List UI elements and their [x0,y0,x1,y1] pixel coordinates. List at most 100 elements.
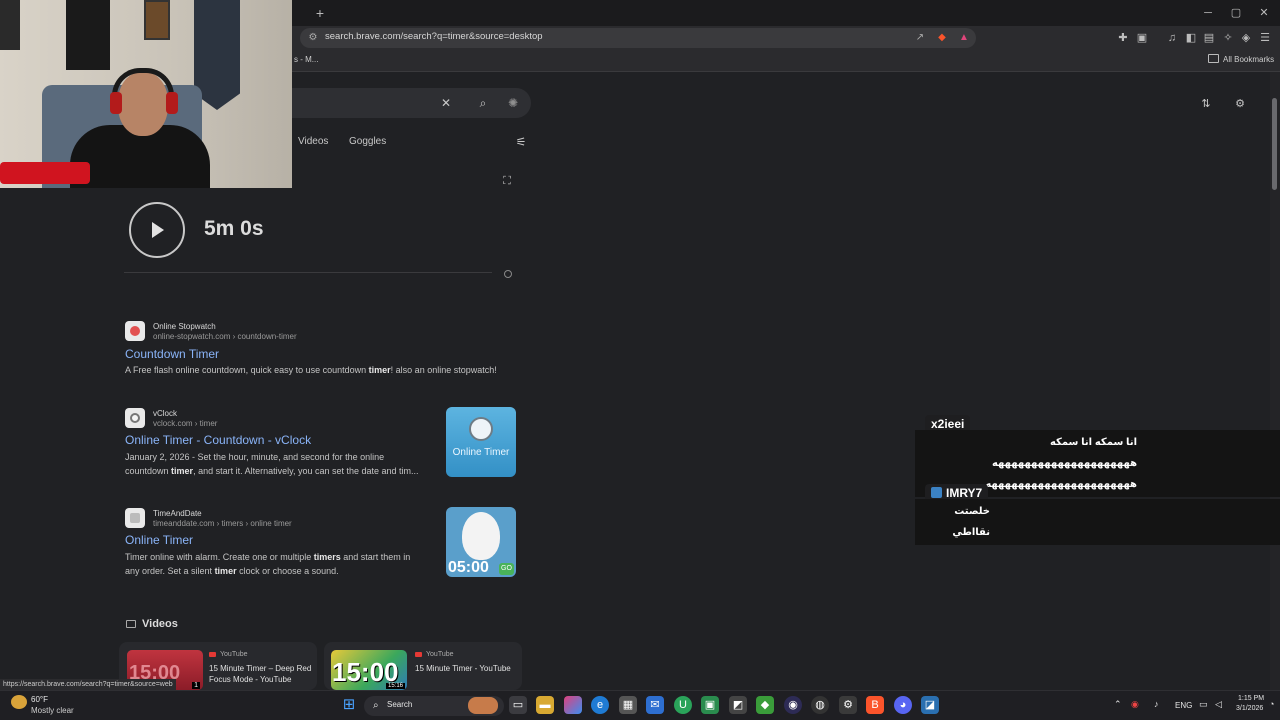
menu-icon[interactable]: ☰ [1258,31,1272,45]
weather-desc[interactable]: Mostly clear [31,706,74,715]
timer-divider [124,272,492,273]
video-source: YouTube [426,651,454,658]
filters-icon[interactable]: ⚟ [514,135,528,149]
headphone-cup [110,92,122,114]
language-indicator[interactable]: ENG [1175,701,1192,710]
result-title-link[interactable]: Online Timer - Countdown - vClock [125,433,311,447]
video-duration-badge: 1 [192,682,200,689]
minimize-button[interactable]: ─ [1198,4,1218,22]
bookmark-item[interactable]: s - M... [294,55,318,64]
poster [66,0,110,70]
weather-temp[interactable]: 60°F [31,695,48,704]
notifications-icon[interactable]: ◔ [1269,699,1274,709]
result-url[interactable]: timeanddate.com › timers › online timer [153,519,292,528]
ai-answer-icon[interactable]: ✺ [506,96,520,110]
share-icon[interactable]: ↗ [913,31,927,45]
clock-date[interactable]: 3/1/2026 [1236,705,1263,712]
headphone-cup [166,92,178,114]
taskbar [0,690,1280,720]
result-title-link[interactable]: Online Timer [125,533,193,547]
search-icon[interactable]: ⌕ [476,96,490,110]
videos-section-icon [126,620,136,628]
discord-icon[interactable]: ◕ [894,696,912,714]
store-icon[interactable]: ▦ [619,696,637,714]
terminal-icon[interactable]: ▣ [701,696,719,714]
obs-icon[interactable]: ◉ [784,696,802,714]
result-site-name: TimeAndDate [153,509,202,518]
result-description: Timer online with alarm. Create one or m… [125,552,411,576]
file-explorer-icon[interactable]: ▬ [536,696,554,714]
fullscreen-icon[interactable]: ⛶ [500,174,514,188]
network-icon[interactable]: ▭ [1199,699,1208,710]
app-icon[interactable]: ◪ [921,696,939,714]
result-description: January 2, 2026 - Set the hour, minute, … [125,452,419,476]
timeanddate-favicon [125,508,145,528]
app-icon[interactable]: ◍ [811,696,829,714]
result-title-link[interactable]: Countdown Timer [125,347,219,361]
brave-shields-icon[interactable]: ◆ [935,31,949,45]
task-view-icon[interactable]: ▭ [509,696,527,714]
weather-icon[interactable] [11,695,27,709]
tab-videos[interactable]: Videos [298,136,328,147]
settings-icon[interactable]: ⚙ [839,696,857,714]
tray-app-icon[interactable]: ◉ [1131,699,1139,710]
timer-play-button[interactable] [129,202,185,258]
site-settings-icon[interactable]: ⚙ [306,31,320,45]
video-duration-badge: 15:16 [385,683,405,689]
sort-icon[interactable]: ⇅ [1199,97,1213,111]
microphone-icon[interactable]: ♪ [1154,699,1159,709]
clock-icon [469,417,493,441]
brave-taskbar-icon[interactable]: B [866,696,884,714]
search-input[interactable] [292,88,531,118]
sidebar-icon[interactable]: ◧ [1184,31,1198,45]
videos-heading: Videos [142,618,178,630]
copilot-icon[interactable] [564,696,582,714]
video-title[interactable]: 15 Minute Timer - YouTube [415,663,519,674]
video-source: YouTube [220,651,248,658]
vclock-thumbnail[interactable]: Online Timer [446,407,516,477]
folder-icon [1208,54,1219,63]
maximize-button[interactable]: ▢ [1226,4,1246,22]
mail-icon[interactable]: ✉ [646,696,664,714]
thumbnail-label: Online Timer [452,447,510,458]
result-url[interactable]: online-stopwatch.com › countdown-timer [153,332,297,341]
extension-icon[interactable]: ▣ [1135,31,1149,45]
show-hidden-icons[interactable]: ⌃ [1114,699,1122,710]
search-icon: ⌕ [373,700,379,711]
app-icon[interactable]: U [674,696,692,714]
game-icon[interactable]: ◆ [756,696,774,714]
egg-timer-icon [462,512,500,560]
wallet-icon[interactable]: ▤ [1202,31,1216,45]
media-icon[interactable]: ♫ [1165,31,1179,45]
go-badge: GO [499,563,514,575]
tab-goggles[interactable]: Goggles [349,136,386,147]
video-thumbnail[interactable]: 15:00 15:16 [331,650,407,690]
video-title[interactable]: 15 Minute Timer – Deep Red Focus Mode - … [209,663,313,685]
new-tab-button[interactable]: + [312,5,328,21]
timer-value: 5m 0s [204,217,264,240]
result-site-name: Online Stopwatch [153,322,216,331]
all-bookmarks-link[interactable]: All Bookmarks [1223,55,1274,64]
address-bar-url[interactable]: search.brave.com/search?q=timer&source=d… [325,31,543,42]
edge-icon[interactable]: e [591,696,609,714]
clear-search-icon[interactable]: ✕ [439,96,453,110]
taskbar-search-label: Search [387,700,413,709]
clock-time[interactable]: 1:15 PM [1238,695,1264,702]
chat-message: خلصتت نقااطي [915,499,1280,545]
nvidia-icon[interactable]: ◩ [729,696,747,714]
timeanddate-thumbnail[interactable]: 05:00 GO [446,507,516,577]
badge-icon [931,487,942,498]
scrollbar-thumb[interactable] [1272,98,1277,190]
status-bar-url: https://search.brave.com/search?q=timer&… [0,679,176,690]
close-window-button[interactable]: ✕ [1254,4,1274,22]
timer-info-icon[interactable] [504,270,512,278]
vpn-icon[interactable]: ◈ [1239,31,1253,45]
leo-ai-icon[interactable]: ✧ [1221,31,1235,45]
settings-gear-icon[interactable]: ⚙ [1233,97,1247,111]
volume-icon[interactable]: ◁ [1215,699,1222,710]
windows-start-icon[interactable]: ⊞ [340,696,358,714]
brave-rewards-icon[interactable]: ▲ [957,31,971,45]
extensions-icon[interactable]: ✚ [1116,31,1130,45]
result-description: A Free flash online countdown, quick eas… [125,365,497,375]
result-url[interactable]: vclock.com › timer [153,419,217,428]
